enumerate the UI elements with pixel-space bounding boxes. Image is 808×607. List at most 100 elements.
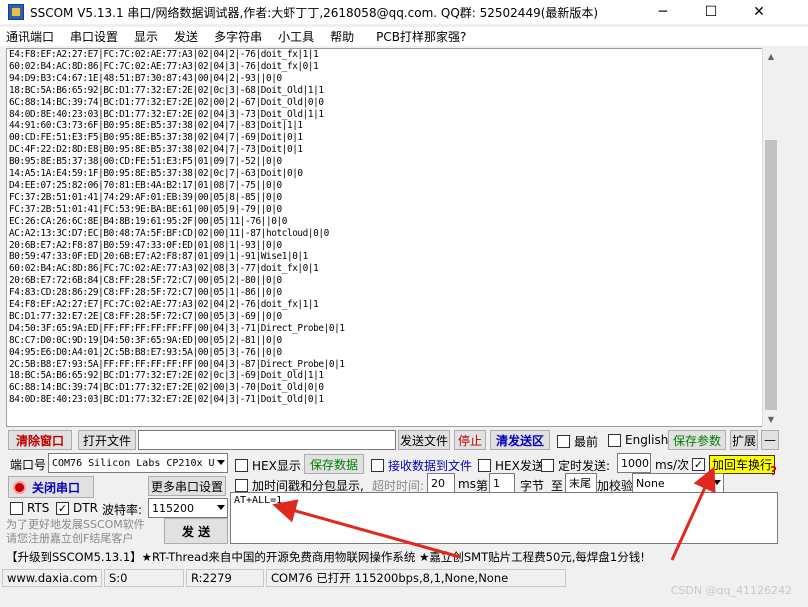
receive-text: E4:F8:EF:A2:27:E7|FC:7C:02:AE:77:A3|02|0… xyxy=(9,49,345,406)
receive-line: 94:D9:B3:C4:67:1E|48:51:B7:30:87:43|00|0… xyxy=(9,72,282,84)
rts-label: RTS xyxy=(27,501,50,515)
scroll-thumb[interactable] xyxy=(765,140,777,410)
stop-circle-icon xyxy=(13,480,26,494)
baud-select[interactable]: 115200 xyxy=(148,498,228,518)
menu-item-serial-settings[interactable]: 串口设置 xyxy=(70,28,118,45)
topmost-checkbox[interactable]: 最前 xyxy=(557,433,598,450)
rts-checkbox[interactable]: RTS xyxy=(10,501,49,515)
receive-line: DC:4F:22:D2:8D:E8|B0:95:8E:B5:37:38|02|0… xyxy=(9,144,303,156)
more-serial-settings-button[interactable]: 更多串口设置 xyxy=(148,476,226,496)
receive-line: 60:02:B4:AC:8D:86|FC:7C:02:AE:77:A3|02|0… xyxy=(9,60,319,72)
menu-item-tools[interactable]: 小工具 xyxy=(278,28,314,45)
help-question-icon[interactable]: ? xyxy=(770,464,777,478)
english-checkbox[interactable]: English xyxy=(608,433,668,447)
nth-input[interactable]: 1 xyxy=(489,473,515,493)
collapse-button[interactable]: — xyxy=(761,430,779,450)
minimize-button[interactable]: ─ xyxy=(640,0,686,24)
baud-chevron-icon[interactable] xyxy=(217,505,225,510)
scroll-up-icon[interactable]: ▲ xyxy=(763,48,779,64)
maximize-button[interactable]: ☐ xyxy=(688,0,734,24)
website-link[interactable]: www.daxia.com xyxy=(2,569,102,587)
topmost-box[interactable] xyxy=(557,435,570,448)
hex-send-checkbox[interactable]: HEX发送 xyxy=(478,457,544,474)
english-box[interactable] xyxy=(608,433,621,447)
recv-to-file-checkbox[interactable]: 接收数据到文件 xyxy=(371,457,472,474)
receive-line: BC:D1:77:32:E7:2E|C8:FF:28:5F:72:C7|00|0… xyxy=(9,310,282,322)
receive-line: E4:F8:EF:A2:27:E7|FC:7C:02:AE:77:A3|02|0… xyxy=(9,49,319,60)
baud-label: 波特率: xyxy=(102,503,143,517)
checksum-chevron-icon[interactable] xyxy=(713,480,721,485)
timestamp-box[interactable] xyxy=(235,479,248,492)
add-crlf-checkbox[interactable]: ✓ 加回车换行 xyxy=(692,455,776,474)
clear-window-button[interactable]: 清除窗口 xyxy=(8,430,72,450)
dtr-check-icon[interactable]: ✓ xyxy=(56,501,69,515)
add-crlf-label: 加回车换行 xyxy=(709,455,776,474)
save-params-button[interactable]: 保存参数 xyxy=(668,430,726,450)
recv-to-file-box[interactable] xyxy=(371,459,384,472)
hex-display-checkbox[interactable]: HEX显示 xyxy=(235,457,301,474)
sent-count: S:0 xyxy=(104,569,184,587)
receive-line: 00:CD:FE:51:E3:F5|B0:95:8E:B5:37:38|02|0… xyxy=(9,132,303,144)
window-title: SSCOM V5.13.1 串口/网络数据调试器,作者:大虾丁丁,2618058… xyxy=(30,5,599,20)
receive-line: 44:91:60:C3:73:6F|B0:95:8E:B5:37:38|02|0… xyxy=(9,120,303,132)
receive-line: 18:BC:5A:B6:65:92|BC:D1:77:32:E7:2E|02|0… xyxy=(9,84,324,96)
rts-box[interactable] xyxy=(10,501,23,515)
receive-line: 2C:5B:B8:E7:93:5A|FF:FF:FF:FF:FF:FF|00|0… xyxy=(9,358,345,370)
receive-line: F4:83:CD:28:86:29|C8:FF:28:5F:72:C7|00|0… xyxy=(9,287,282,299)
receive-line: 18:BC:5A:B6:65:92|BC:D1:77:32:E7:2E|02|0… xyxy=(9,370,324,382)
checksum-select[interactable]: None xyxy=(632,473,724,493)
promo-text: 为了更好地发展SSCOM软件 请您注册嘉立创F结尾客户 xyxy=(6,518,145,545)
send-button[interactable]: 发 送 xyxy=(164,518,228,544)
menu-item-help[interactable]: 帮助 xyxy=(330,28,354,45)
receive-line: 84:0D:8E:40:23:03|BC:D1:77:32:E7:2E|02|0… xyxy=(9,108,324,120)
receive-area[interactable]: E4:F8:EF:A2:27:E7|FC:7C:02:AE:77:A3|02|0… xyxy=(6,48,778,427)
end-select[interactable]: 末尾 xyxy=(565,473,597,493)
dtr-checkbox[interactable]: ✓ DTR xyxy=(56,501,98,515)
menu-item-send[interactable]: 发送 xyxy=(174,28,198,45)
receive-line: 6C:88:14:BC:39:74|BC:D1:77:32:E7:2E|02|0… xyxy=(9,96,324,108)
receive-scrollbar[interactable]: ▲ ▼ xyxy=(762,48,778,427)
receive-line: 04:95:E6:D0:A4:01|2C:5B:B8:E7:93:5A|00|0… xyxy=(9,346,282,358)
stop-button[interactable]: 停止 xyxy=(454,430,486,450)
receive-line: D4:EE:07:25:82:06|70:81:EB:4A:B2:17|01|0… xyxy=(9,179,282,191)
send-file-button[interactable]: 发送文件 xyxy=(398,430,450,450)
hex-display-box[interactable] xyxy=(235,459,248,472)
menu-item-pcb[interactable]: PCB打样那家强? xyxy=(376,28,466,45)
open-file-button[interactable]: 打开文件 xyxy=(78,430,136,450)
close-port-button[interactable]: 关闭串口 xyxy=(8,476,94,498)
title-bar: SSCOM V5.13.1 串口/网络数据调试器,作者:大虾丁丁,2618058… xyxy=(0,0,808,24)
save-data-button[interactable]: 保存数据 xyxy=(304,454,364,474)
interval-input[interactable]: 1000 xyxy=(617,453,651,473)
timed-send-box[interactable] xyxy=(541,459,554,472)
receive-line: B0:95:8E:B5:37:38|00:CD:FE:51:E3:F5|01|0… xyxy=(9,156,282,168)
send-text-area[interactable]: AT+ALL=1 xyxy=(230,492,778,544)
english-label: English xyxy=(625,433,669,447)
port-value: COM76 Silicon Labs CP210x U xyxy=(52,457,215,469)
receive-line: 14:A5:1A:E4:59:1F|B0:95:8E:B5:37:38|02|0… xyxy=(9,168,303,180)
menu-item-port[interactable]: 通讯端口 xyxy=(6,28,54,45)
file-path-field[interactable] xyxy=(138,430,396,450)
receive-line: FC:37:2B:51:01:41|74:29:AF:01:EB:39|00|0… xyxy=(9,191,282,203)
receive-line: E4:F8:EF:A2:27:E7|FC:7C:02:AE:77:A3|02|0… xyxy=(9,299,319,311)
expand-button[interactable]: 扩展 xyxy=(730,430,758,450)
hex-send-box[interactable] xyxy=(478,459,491,472)
menu-bar: 通讯端口 串口设置 显示 发送 多字符串 小工具 帮助 PCB打样那家强? xyxy=(0,27,808,46)
add-crlf-check-icon[interactable]: ✓ xyxy=(692,458,705,471)
chevron-down-icon[interactable] xyxy=(217,460,225,465)
port-select[interactable]: COM76 Silicon Labs CP210x U xyxy=(48,453,228,473)
menu-item-multi-string[interactable]: 多字符串 xyxy=(214,28,262,45)
baud-value: 115200 xyxy=(152,501,194,515)
timed-send-label: 定时发送: xyxy=(558,459,611,473)
receive-line: 20:6B:E7:72:6B:84|C8:FF:28:5F:72:C7|00|0… xyxy=(9,275,282,287)
interval-unit: ms/次 xyxy=(655,458,689,472)
scroll-down-icon[interactable]: ▼ xyxy=(763,411,779,427)
topmost-label: 最前 xyxy=(574,435,599,449)
menu-item-display[interactable]: 显示 xyxy=(134,28,158,45)
send-text-value: AT+ALL=1 xyxy=(234,495,283,506)
close-button[interactable]: ✕ xyxy=(736,0,782,24)
ticker-text[interactable]: 【升级到SSCOM5.13.1】★RT-Thread来自中国的开源免费商用物联网… xyxy=(6,549,645,565)
watermark: CSDN @qq_41126242 xyxy=(670,584,792,597)
timeout-input[interactable]: 20 xyxy=(427,473,455,493)
clear-send-button[interactable]: 清发送区 xyxy=(490,430,550,450)
timed-send-checkbox[interactable]: 定时发送: xyxy=(541,457,610,474)
